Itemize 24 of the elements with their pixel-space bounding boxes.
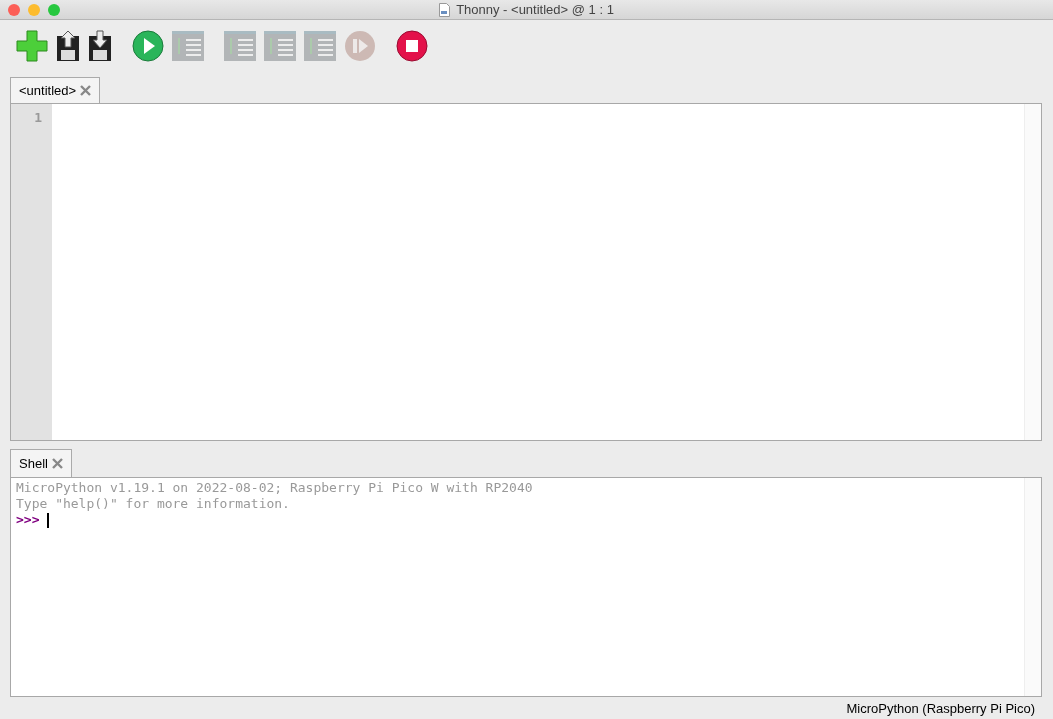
window-title: Thonny - <untitled> @ 1 : 1 (456, 2, 614, 17)
minimize-window-button[interactable] (28, 3, 40, 16)
editor-tab[interactable]: <untitled> (10, 77, 101, 103)
shell-tab[interactable]: Shell (10, 449, 72, 477)
interpreter-status[interactable]: MicroPython (Raspberry Pi Pico) (846, 700, 1035, 716)
stop-icon (396, 30, 428, 62)
shell-output: Type "help()" for more information. (16, 496, 290, 512)
plus-icon (16, 30, 48, 62)
line-number-gutter: 1 (11, 104, 52, 440)
floppy-down-arrow-icon (88, 30, 112, 62)
shell-output: MicroPython v1.19.1 on 2022-08-02; Raspberry Pi Pico W with RP2040 (16, 480, 533, 496)
close-icon[interactable] (51, 458, 63, 469)
floppy-up-arrow-icon (56, 30, 80, 62)
play-icon (132, 30, 164, 62)
shell-prompt: >>> (16, 512, 40, 528)
text-cursor (47, 512, 50, 528)
shell-console[interactable]: MicroPython v1.19.1 on 2022-08-02; Raspberry Pi Pico W with RP2040 Type "help()" for more information. >>> (10, 477, 1042, 697)
scrollbar[interactable] (1024, 478, 1041, 696)
zoom-window-button[interactable] (48, 3, 60, 16)
scrollbar[interactable] (1024, 104, 1041, 440)
close-window-button[interactable] (8, 3, 20, 16)
resume-icon (344, 30, 376, 62)
close-icon[interactable] (80, 85, 92, 96)
document-icon (439, 2, 451, 17)
